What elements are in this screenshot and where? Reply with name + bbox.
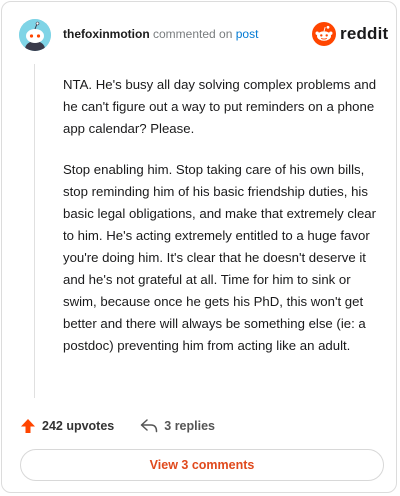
reply-arrow-icon (141, 419, 158, 433)
snoo-avatar-icon (19, 19, 51, 51)
comment-body: NTA. He's busy all day solving complex p… (63, 74, 381, 376)
upvote-count: 242 upvotes (42, 419, 115, 433)
upvote-arrow-icon (21, 419, 35, 433)
comment-header: thefoxinmotion commented on post (63, 27, 258, 41)
thread-line[interactable] (34, 64, 35, 398)
reddit-logo[interactable]: reddit (312, 22, 388, 46)
replies-count: 3 replies (164, 419, 215, 433)
reddit-wordmark: reddit (340, 24, 389, 43)
comment-paragraph-1: NTA. He's busy all day solving complex p… (63, 77, 377, 136)
user-avatar[interactable] (19, 19, 51, 51)
reddit-icon (312, 22, 336, 46)
comment-footer: 242 upvotes 3 replies (20, 416, 215, 436)
post-link[interactable]: post (236, 27, 259, 41)
comment-card: thefoxinmotion commented on post reddit … (1, 1, 397, 493)
comment-paragraph-2: Stop enabling him. Stop taking care of h… (63, 162, 377, 353)
upvote-button[interactable]: 242 upvotes (20, 418, 114, 434)
view-comments-button[interactable]: View 3 comments (20, 449, 384, 481)
username[interactable]: thefoxinmotion (63, 27, 150, 41)
replies-button[interactable]: 3 replies (140, 419, 215, 433)
action-text: commented on (153, 27, 233, 41)
